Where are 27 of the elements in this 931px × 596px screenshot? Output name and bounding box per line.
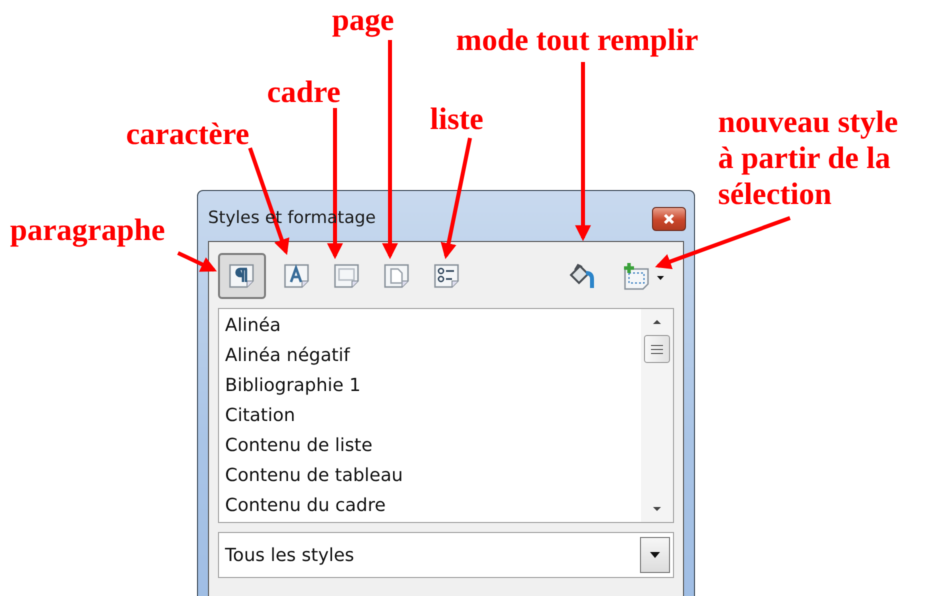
style-list-item[interactable]: Contenu du cadre (225, 491, 635, 521)
annotation-label: mode tout remplir (456, 22, 700, 58)
document-icon (382, 262, 412, 290)
annotation-label: cadre (267, 74, 342, 110)
document-icon (432, 262, 462, 290)
close-icon (663, 213, 675, 225)
document-icon (332, 262, 362, 290)
new-style-icon (621, 261, 665, 291)
scroll-thumb[interactable] (644, 335, 670, 363)
style-list-item[interactable]: Citation (225, 401, 635, 431)
annotation-label: liste (430, 101, 484, 137)
document-icon (227, 262, 257, 290)
annotation-label: paragraphe (10, 212, 166, 248)
annotation-label: nouveau style à partir de la sélection (718, 104, 899, 212)
document-icon (282, 262, 312, 290)
scrollbar[interactable] (641, 309, 673, 522)
style-family-button[interactable] (218, 253, 266, 299)
close-button[interactable] (652, 207, 686, 231)
style-list-item[interactable]: Alinéa (225, 311, 635, 341)
style-list-item[interactable]: Bibliographie 1 (225, 371, 635, 401)
annotation-label: caractère (126, 116, 250, 152)
annotation-arrow (177, 251, 217, 272)
style-list-item[interactable]: Contenu de liste (225, 431, 635, 461)
annotation-label: page (332, 2, 395, 38)
style-list-item[interactable]: Contenu de tableau (225, 461, 635, 491)
style-list-item[interactable]: Alinéa négatif (225, 341, 635, 371)
filter-dropdown[interactable]: Tous les styles (218, 532, 674, 578)
